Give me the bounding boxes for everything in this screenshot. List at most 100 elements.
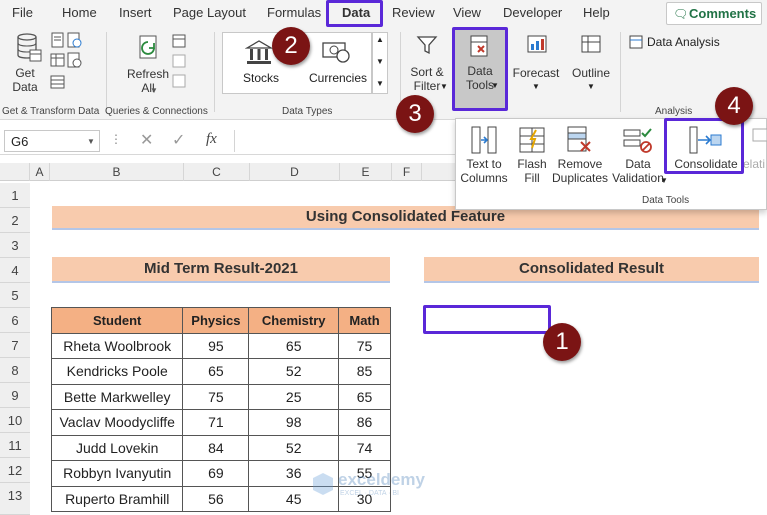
separator <box>620 32 621 112</box>
flash-fill-icon <box>518 125 546 155</box>
chevron-down-icon[interactable]: ▼ <box>660 176 668 185</box>
stocks-button[interactable]: Stocks <box>243 71 279 85</box>
data-analysis-button[interactable]: Data Analysis <box>647 35 720 49</box>
bank-icon <box>245 39 273 65</box>
row-header[interactable]: 5 <box>0 283 30 308</box>
cancel-icon[interactable]: ✕ <box>140 130 153 150</box>
th-physics: Physics <box>182 307 250 334</box>
get-data-button[interactable]: Get Data <box>8 66 42 94</box>
selected-cell-g6[interactable] <box>423 305 551 334</box>
expand-gallery-icon[interactable]: ▼ <box>376 79 384 88</box>
comments-button[interactable]: 🗨 Comments <box>666 2 762 25</box>
col-header-d[interactable]: D <box>250 163 340 181</box>
comment-icon: 🗨 <box>673 7 689 21</box>
comments-label: Comments <box>689 6 757 21</box>
row-header[interactable]: 3 <box>0 233 30 258</box>
cell-physics[interactable]: 69 <box>182 460 250 487</box>
watermark-name: exceldemy <box>338 470 425 489</box>
cell-physics[interactable]: 71 <box>182 409 250 436</box>
cell-chemistry[interactable]: 25 <box>248 383 340 410</box>
table-row: Vaclav Moodycliffe 71 98 86 <box>50 409 391 436</box>
col-header-f[interactable]: F <box>392 163 422 181</box>
group-get-transform: Get & Transform Data <box>2 106 100 117</box>
data-analysis-icon <box>629 35 643 49</box>
name-box[interactable]: G6 ▼ <box>4 130 100 152</box>
menu-developer[interactable]: Developer <box>503 5 562 20</box>
cell-math[interactable]: 74 <box>338 434 391 461</box>
cell-student[interactable]: Rheta Woolbrook <box>50 332 184 359</box>
col-header-c[interactable]: C <box>184 163 250 181</box>
row-header[interactable]: 12 <box>0 458 30 483</box>
cell-math[interactable]: 86 <box>338 409 391 436</box>
scroll-down-icon[interactable]: ▼ <box>376 57 384 66</box>
consolidated-result-header: Consolidated Result <box>424 257 759 283</box>
col-header-a[interactable]: A <box>30 163 50 181</box>
currencies-button[interactable]: Currencies <box>309 71 367 85</box>
menu-page-layout[interactable]: Page Layout <box>173 5 246 20</box>
row-header[interactable]: 11 <box>0 433 30 458</box>
cell-math[interactable]: 75 <box>338 332 391 359</box>
menu-home[interactable]: Home <box>62 5 97 20</box>
remove-duplicates-button[interactable]: Remove Duplicates <box>550 157 610 185</box>
cell-math[interactable]: 65 <box>338 383 391 410</box>
cell-student[interactable]: Robbyn Ivanyutin <box>50 460 184 487</box>
gallery-scroll[interactable]: ▲ ▼ ▼ <box>372 32 388 94</box>
cell-chemistry[interactable]: 52 <box>248 358 340 385</box>
col-header-e[interactable]: E <box>340 163 392 181</box>
currency-icon <box>321 39 351 65</box>
row-header[interactable]: 6 <box>0 308 30 333</box>
cell-chemistry[interactable]: 98 <box>248 409 340 436</box>
cell-student[interactable]: Ruperto Bramhill <box>50 485 184 512</box>
row-header[interactable]: 4 <box>0 258 30 283</box>
group-queries: Queries & Connections <box>105 106 208 117</box>
row-header[interactable]: 10 <box>0 408 30 433</box>
cell-student[interactable]: Bette Markwelley <box>50 383 184 410</box>
data-validation-icon <box>622 125 652 155</box>
row-header[interactable]: 8 <box>0 358 30 383</box>
cell-chemistry[interactable]: 65 <box>248 332 340 359</box>
menu-view[interactable]: View <box>453 5 481 20</box>
cell-student[interactable]: Vaclav Moodycliffe <box>50 409 184 436</box>
refresh-icon <box>136 34 162 62</box>
scroll-up-icon[interactable]: ▲ <box>376 35 384 44</box>
menu-help[interactable]: Help <box>583 5 610 20</box>
cell-physics[interactable]: 84 <box>182 434 250 461</box>
row-header[interactable]: 9 <box>0 383 30 408</box>
highlight-data-tab <box>326 0 383 27</box>
enter-icon[interactable]: ✓ <box>172 130 185 150</box>
cell-chemistry[interactable]: 52 <box>248 434 340 461</box>
table-row: Bette Markwelley 75 25 65 <box>50 383 391 410</box>
cell-student[interactable]: Kendricks Poole <box>50 358 184 385</box>
chevron-down-icon[interactable]: ▼ <box>87 137 95 146</box>
existing-connections-icon <box>50 74 66 90</box>
insert-function-icon[interactable]: fx <box>206 131 217 148</box>
text-to-columns-button[interactable]: Text to Columns <box>456 157 512 185</box>
refresh-all-button[interactable]: Refresh All <box>124 67 172 95</box>
cell-student[interactable]: Judd Lovekin <box>50 434 184 461</box>
forecast-button[interactable]: Forecast <box>512 66 560 80</box>
from-table-icon <box>50 52 66 68</box>
cell-math[interactable]: 85 <box>338 358 391 385</box>
flash-fill-button[interactable]: Flash Fill <box>510 157 554 185</box>
row-header[interactable]: 7 <box>0 333 30 358</box>
row-header[interactable]: 2 <box>0 208 30 233</box>
col-header-b[interactable]: B <box>50 163 184 181</box>
cell-physics[interactable]: 56 <box>182 485 250 512</box>
cell-physics[interactable]: 75 <box>182 383 250 410</box>
forecast-icon <box>526 34 548 56</box>
row-header[interactable]: 13 <box>0 483 30 515</box>
relationships-button[interactable]: elati <box>740 157 767 171</box>
outline-button[interactable]: Outline <box>566 66 616 80</box>
select-all-corner[interactable] <box>0 163 30 181</box>
menu-insert[interactable]: Insert <box>119 5 152 20</box>
menu-file[interactable]: File <box>12 5 33 20</box>
menu-formulas[interactable]: Formulas <box>267 5 321 20</box>
cell-physics[interactable]: 95 <box>182 332 250 359</box>
row-header[interactable]: 1 <box>0 183 30 208</box>
highlight-data-tools <box>452 27 508 111</box>
chevron-down-icon: ▼ <box>440 82 448 91</box>
cell-physics[interactable]: 65 <box>182 358 250 385</box>
step-badge-4: 4 <box>715 87 753 125</box>
step-badge-2: 2 <box>272 27 310 65</box>
menu-review[interactable]: Review <box>392 5 435 20</box>
